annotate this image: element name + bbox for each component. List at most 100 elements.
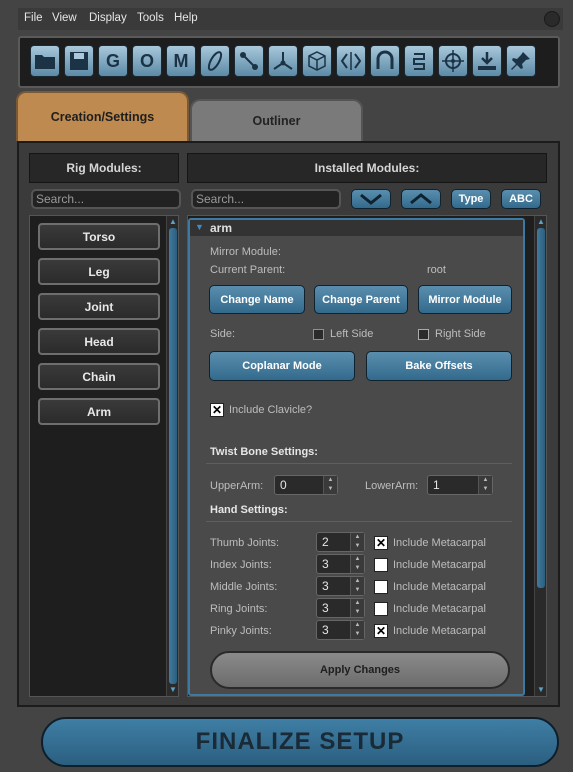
arm-module-header[interactable]: ▼ arm [190, 220, 523, 236]
side-label: Side: [210, 328, 236, 340]
pinky-metacarpal-label: Include Metacarpal [393, 625, 486, 637]
ring-joints-value: 3 [322, 601, 329, 615]
spin-arrows[interactable]: ▲ ▼ [323, 476, 337, 494]
installed-modules-search-input[interactable]: Search... [191, 189, 341, 209]
target-icon[interactable] [438, 45, 468, 77]
coplanar-mode-button[interactable]: Coplanar Mode [209, 351, 355, 381]
installed-modules-scrollbar[interactable]: ▲ ▼ [534, 216, 546, 696]
module-button-chain[interactable]: Chain [38, 363, 160, 390]
o-icon[interactable]: O [132, 45, 162, 77]
upper-arm-value: 0 [280, 478, 287, 492]
pin-icon[interactable] [506, 45, 536, 77]
g-icon[interactable]: G [98, 45, 128, 77]
menu-help[interactable]: Help [174, 12, 198, 24]
upper-arm-spinbox[interactable]: 0 ▲ ▼ [274, 475, 338, 495]
tab-creation-settings[interactable]: Creation/Settings [16, 91, 189, 141]
thumb-metacarpal-label: Include Metacarpal [393, 537, 486, 549]
index-joints-value: 3 [322, 557, 329, 571]
spin-arrows[interactable]: ▲ ▼ [478, 476, 492, 494]
scroll-up-icon[interactable]: ▲ [536, 218, 546, 226]
scroll-thumb[interactable] [537, 228, 545, 588]
scroll-thumb[interactable] [169, 228, 177, 684]
lower-arm-value: 1 [433, 478, 440, 492]
mirror-module-button[interactable]: Mirror Module [418, 285, 512, 314]
curve-icon[interactable] [200, 45, 230, 77]
module-button-leg[interactable]: Leg [38, 258, 160, 285]
menu-display[interactable]: Display [89, 12, 127, 24]
index-joints-spinbox[interactable]: 3 ▲ ▼ [316, 554, 365, 574]
current-parent-label: Current Parent: [210, 264, 286, 276]
scroll-down-icon[interactable]: ▼ [536, 686, 546, 694]
middle-metacarpal-label: Include Metacarpal [393, 581, 486, 593]
scroll-down-icon[interactable]: ▼ [168, 686, 178, 694]
chevron-up-icon [410, 193, 432, 205]
ring-joints-label: Ring Joints: [210, 603, 268, 615]
axis-icon[interactable] [268, 45, 298, 77]
save-icon[interactable] [64, 45, 94, 77]
module-button-torso[interactable]: Torso [38, 223, 160, 250]
ring-joints-spinbox[interactable]: 3 ▲ ▼ [316, 598, 365, 618]
lower-arm-spinbox[interactable]: 1 ▲ ▼ [427, 475, 493, 495]
ring-metacarpal-checkbox[interactable] [374, 602, 388, 616]
spin-arrows[interactable]: ▲ ▼ [350, 621, 364, 639]
index-metacarpal-checkbox[interactable] [374, 558, 388, 572]
ring-metacarpal-label: Include Metacarpal [393, 603, 486, 615]
spin-arrows[interactable]: ▲ ▼ [350, 555, 364, 573]
sort-type-button[interactable]: Type [451, 189, 491, 209]
close-icon[interactable] [544, 11, 560, 27]
pinky-joints-spinbox[interactable]: 3 ▲ ▼ [316, 620, 365, 640]
mirror-icon[interactable] [336, 45, 366, 77]
expand-all-button[interactable] [401, 189, 441, 209]
change-name-button[interactable]: Change Name [209, 285, 305, 314]
scroll-up-icon[interactable]: ▲ [168, 218, 178, 226]
upper-arm-label: UpperArm: [210, 480, 264, 492]
mirror-module-label: Mirror Module: [210, 246, 281, 258]
tab-outliner[interactable]: Outliner [190, 99, 363, 141]
left-side-checkbox[interactable] [313, 329, 324, 340]
menu-tools[interactable]: Tools [137, 12, 164, 24]
spin-arrows[interactable]: ▲ ▼ [350, 599, 364, 617]
expand-triangle-icon[interactable]: ▼ [195, 222, 204, 232]
menu-view[interactable]: View [52, 12, 77, 24]
sort-abc-button[interactable]: ABC [501, 189, 541, 209]
spin-arrows[interactable]: ▲ ▼ [350, 577, 364, 595]
pinky-metacarpal-checkbox[interactable]: ✕ [374, 624, 388, 638]
apply-changes-button[interactable]: Apply Changes [210, 651, 510, 689]
export-icon[interactable] [472, 45, 502, 77]
spring-icon[interactable] [404, 45, 434, 77]
thumb-joints-label: Thumb Joints: [210, 537, 280, 549]
arm-module-title: arm [210, 221, 233, 235]
twist-bone-settings-header: Twist Bone Settings: [210, 446, 318, 458]
middle-metacarpal-checkbox[interactable] [374, 580, 388, 594]
thumb-metacarpal-checkbox[interactable]: ✕ [374, 536, 388, 550]
include-clavicle-checkbox[interactable]: ✕ [210, 403, 224, 417]
m-icon[interactable]: M [166, 45, 196, 77]
hand-settings-header: Hand Settings: [210, 504, 288, 516]
rig-creator-window: File View Display Tools Help G O M Creat… [0, 0, 573, 772]
folder-icon[interactable] [30, 45, 60, 77]
bake-offsets-button[interactable]: Bake Offsets [366, 351, 512, 381]
middle-joints-spinbox[interactable]: 3 ▲ ▼ [316, 576, 365, 596]
finalize-setup-button[interactable]: FINALIZE SETUP [41, 717, 559, 767]
collapse-all-button[interactable] [351, 189, 391, 209]
thumb-joints-spinbox[interactable]: 2 ▲ ▼ [316, 532, 365, 552]
change-parent-button[interactable]: Change Parent [314, 285, 408, 314]
module-button-head[interactable]: Head [38, 328, 160, 355]
middle-joints-value: 3 [322, 579, 329, 593]
rig-modules-scrollbar[interactable]: ▲ ▼ [166, 216, 178, 696]
toolbar: G O M [18, 36, 560, 88]
bone-chain-icon[interactable] [234, 45, 264, 77]
pinky-joints-value: 3 [322, 623, 329, 637]
arm-module-panel: ▼ arm Mirror Module: Current Parent: roo… [188, 218, 525, 696]
spin-arrows[interactable]: ▲ ▼ [350, 533, 364, 551]
right-side-checkbox[interactable] [418, 329, 429, 340]
menu-file[interactable]: File [24, 12, 43, 24]
module-button-arm[interactable]: Arm [38, 398, 160, 425]
middle-joints-label: Middle Joints: [210, 581, 278, 593]
left-side-label: Left Side [330, 328, 374, 340]
magnet-icon[interactable] [370, 45, 400, 77]
cube-icon[interactable] [302, 45, 332, 77]
rig-modules-search-input[interactable]: Search... [31, 189, 181, 209]
index-metacarpal-label: Include Metacarpal [393, 559, 486, 571]
module-button-joint[interactable]: Joint [38, 293, 160, 320]
